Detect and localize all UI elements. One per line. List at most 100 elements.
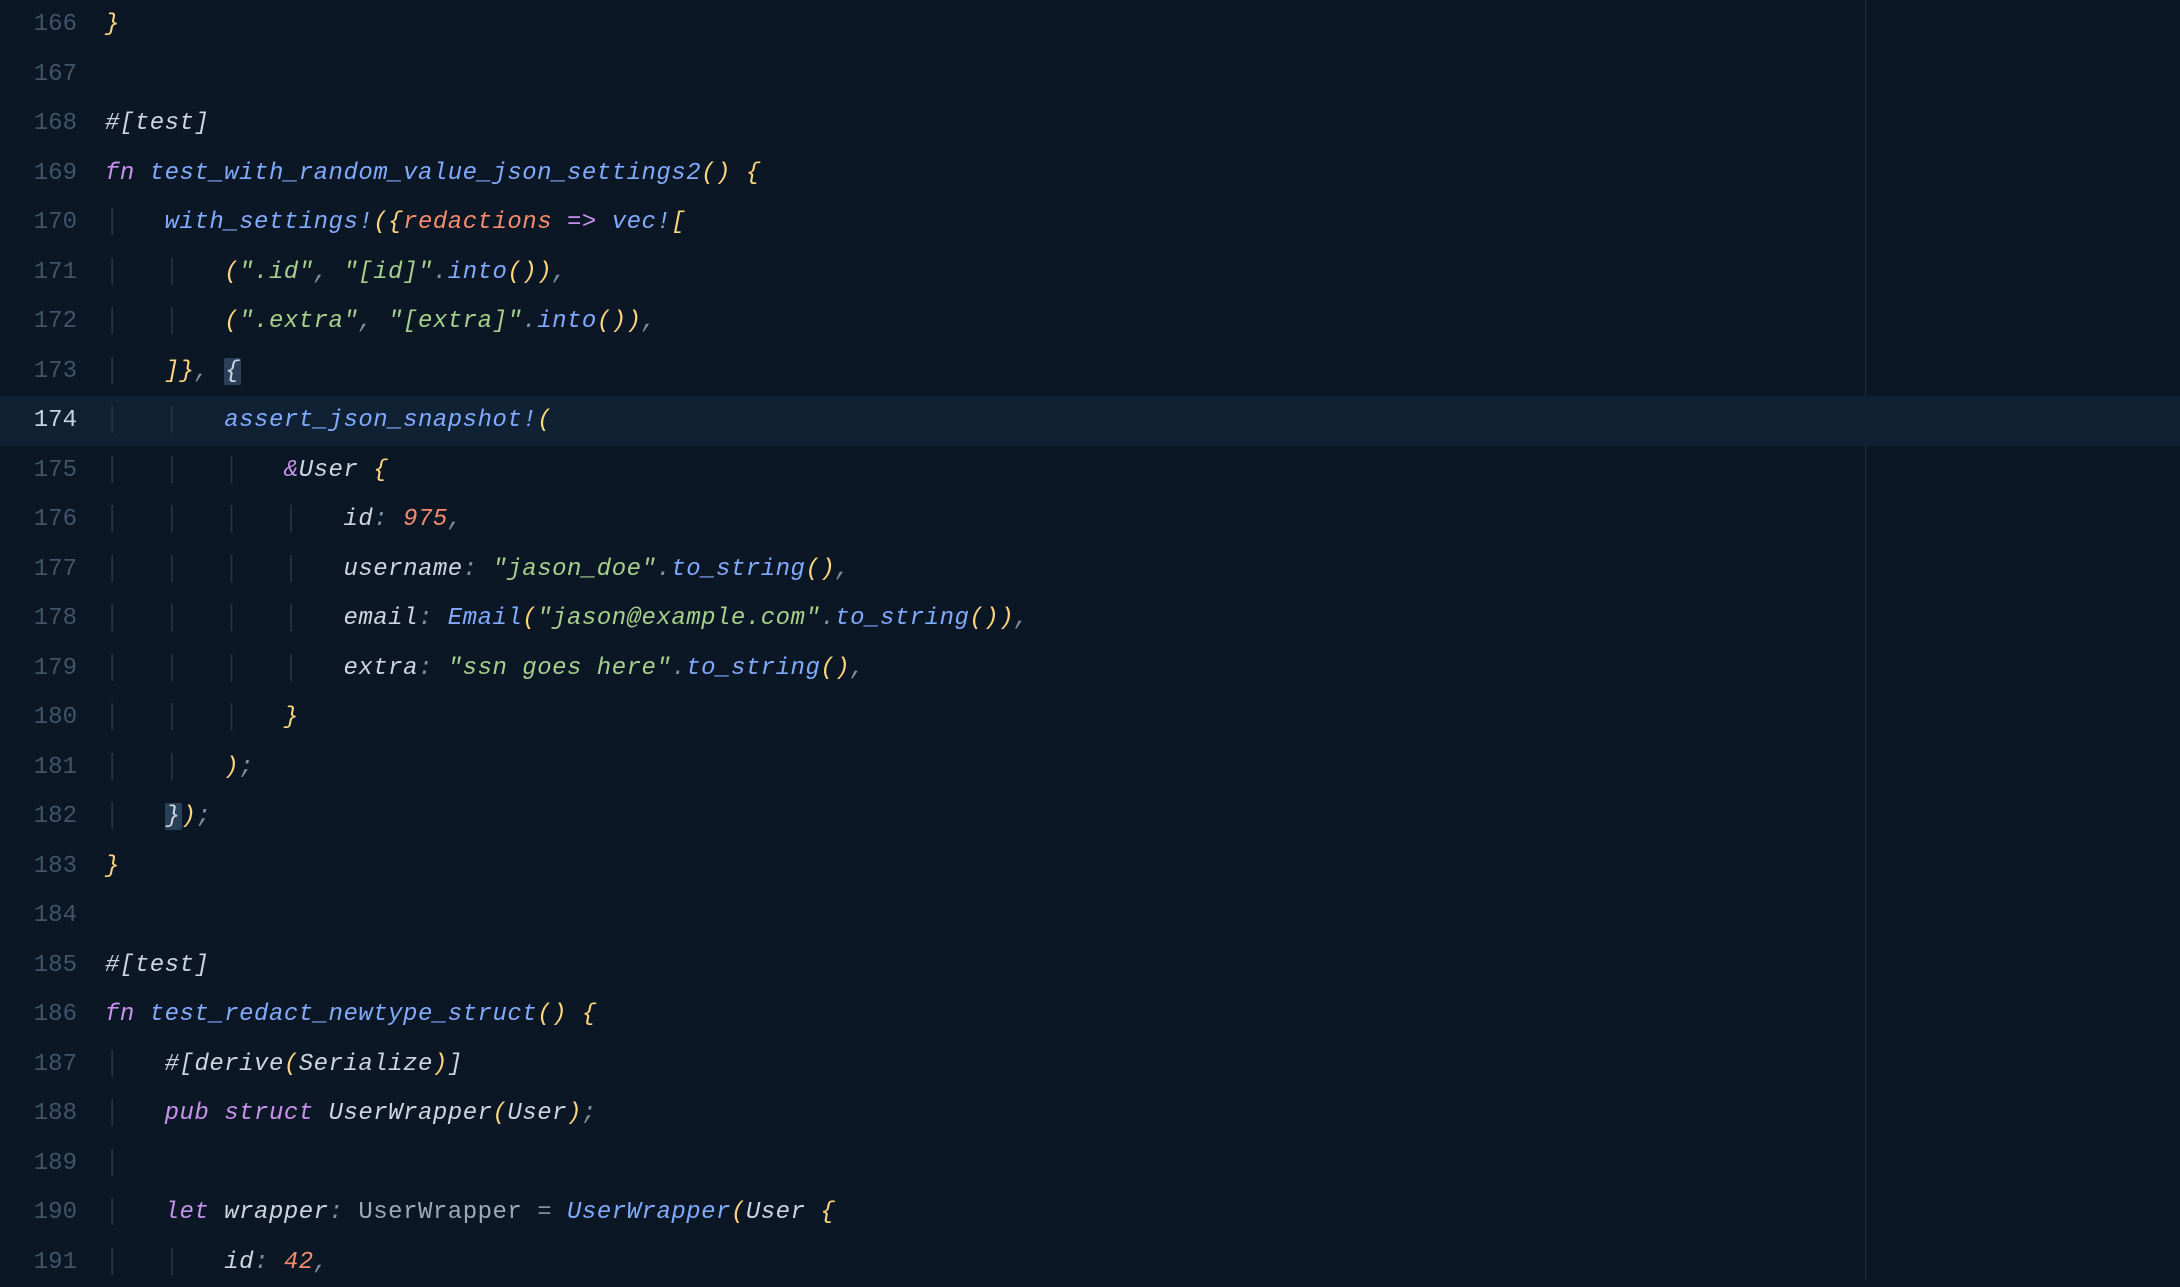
paren: ( — [284, 1051, 299, 1078]
paren: ( — [224, 259, 239, 286]
cursor-brace: { — [224, 358, 241, 385]
semi: ; — [582, 1100, 597, 1127]
code-line[interactable]: 187 │ #[derive(Serialize)] — [0, 1040, 2180, 1090]
indent-guide: │ │ — [105, 407, 180, 434]
indent-guide: │ — [105, 358, 120, 385]
line-number: 180 — [0, 704, 105, 731]
macro-call: assert_json_snapshot! — [224, 407, 537, 434]
amp: & — [284, 457, 299, 484]
line-number: 177 — [0, 556, 105, 583]
code-line[interactable]: 178 │ │ │ │ email: Email("jason@example.… — [0, 594, 2180, 644]
code-line[interactable]: 186 fn test_redact_newtype_struct() { — [0, 990, 2180, 1040]
code-line[interactable]: 182 │ }); — [0, 792, 2180, 842]
fn-name: test_with_random_value_json_settings2 — [150, 160, 701, 187]
field: extra — [343, 655, 418, 682]
string: "ssn goes here" — [448, 655, 672, 682]
line-number: 171 — [0, 259, 105, 286]
dot: . — [671, 655, 686, 682]
code-line[interactable]: 167 — [0, 50, 2180, 100]
line-number: 179 — [0, 655, 105, 682]
string: "jason_doe" — [492, 556, 656, 583]
parens: () — [969, 605, 999, 632]
line-number: 173 — [0, 358, 105, 385]
eq: = — [522, 1199, 567, 1226]
code-editor[interactable]: 166 } 167 168 #[test] 169 fn test_with_r… — [0, 0, 2180, 1287]
attr-close: ] — [194, 110, 209, 137]
indent-guide: │ — [105, 803, 120, 830]
code-line[interactable]: 184 — [0, 891, 2180, 941]
code-line[interactable]: 188 │ pub struct UserWrapper(User); — [0, 1089, 2180, 1139]
code-line[interactable]: 185 #[test] — [0, 941, 2180, 991]
code-line[interactable]: 176 │ │ │ │ id: 975, — [0, 495, 2180, 545]
code-line[interactable]: 180 │ │ │ } — [0, 693, 2180, 743]
paren: ) — [627, 308, 642, 335]
code-line[interactable]: 168 #[test] — [0, 99, 2180, 149]
brace: { — [805, 1199, 835, 1226]
line-number: 185 — [0, 952, 105, 979]
line-number: 182 — [0, 803, 105, 830]
comma: , — [552, 259, 567, 286]
paren: ( — [731, 1199, 746, 1226]
indent-guide: │ │ │ │ — [105, 506, 299, 533]
line-number: 170 — [0, 209, 105, 236]
string: ".extra" — [239, 308, 358, 335]
match-brace: } — [165, 803, 182, 830]
colon: : — [418, 605, 448, 632]
line-number: 168 — [0, 110, 105, 137]
attr-name: derive — [194, 1051, 283, 1078]
brace: { — [567, 1001, 597, 1028]
code-line[interactable]: 183 } — [0, 842, 2180, 892]
keyword-fn: fn — [105, 1001, 135, 1028]
indent-guide: │ │ — [105, 1249, 180, 1276]
type-annotation: UserWrapper — [358, 1199, 522, 1226]
code-line[interactable]: 170 │ with_settings!({redactions => vec!… — [0, 198, 2180, 248]
paren: ) — [224, 754, 239, 781]
attr-name: test — [135, 952, 195, 979]
comma: , — [850, 655, 865, 682]
paren: ( — [537, 407, 552, 434]
code-line[interactable]: 171 │ │ (".id", "[id]".into()), — [0, 248, 2180, 298]
colon: : — [418, 655, 448, 682]
var: wrapper — [209, 1199, 328, 1226]
code-line[interactable]: 172 │ │ (".extra", "[extra]".into()), — [0, 297, 2180, 347]
line-number: 176 — [0, 506, 105, 533]
colon: : — [254, 1249, 284, 1276]
type: User — [299, 457, 359, 484]
number: 42 — [284, 1249, 314, 1276]
line-number: 167 — [0, 61, 105, 88]
indent-guide: │ │ │ — [105, 457, 239, 484]
code-line[interactable]: 179 │ │ │ │ extra: "ssn goes here".to_st… — [0, 644, 2180, 694]
parens: () — [820, 655, 850, 682]
comma: , — [448, 506, 463, 533]
dot: . — [433, 259, 448, 286]
line-number: 174 — [0, 407, 105, 434]
keyword-fn: fn — [105, 160, 135, 187]
number: 975 — [403, 506, 448, 533]
attr-open: #[ — [105, 952, 135, 979]
paren: ( — [493, 1100, 508, 1127]
code-line[interactable]: 181 │ │ ); — [0, 743, 2180, 793]
field: username — [343, 556, 462, 583]
brace: } — [105, 853, 120, 880]
colon: : — [463, 556, 493, 583]
code-line[interactable]: 169 fn test_with_random_value_json_setti… — [0, 149, 2180, 199]
string: "jason@example.com" — [537, 605, 820, 632]
code-line[interactable]: 166 } — [0, 0, 2180, 50]
dot: . — [656, 556, 671, 583]
trait: Serialize — [299, 1051, 433, 1078]
code-line[interactable]: 177 │ │ │ │ username: "jason_doe".to_str… — [0, 545, 2180, 595]
code-line-current[interactable]: 174 │ │ assert_json_snapshot!( — [0, 396, 2180, 446]
indent-guide: │ │ │ │ — [105, 556, 299, 583]
macro-call: with_settings! — [165, 209, 374, 236]
indent-guide: │ │ — [105, 754, 180, 781]
paren: ) — [999, 605, 1014, 632]
code-line[interactable]: 175 │ │ │ &User { — [0, 446, 2180, 496]
attr-open: #[ — [105, 110, 135, 137]
code-line[interactable]: 189 │ — [0, 1139, 2180, 1189]
line-number: 188 — [0, 1100, 105, 1127]
code-line[interactable]: 173 │ ]}, { — [0, 347, 2180, 397]
code-line[interactable]: 190 │ let wrapper: UserWrapper = UserWra… — [0, 1188, 2180, 1238]
brace: } — [105, 11, 120, 38]
close: ]} — [165, 358, 195, 385]
semi: ; — [196, 803, 211, 830]
